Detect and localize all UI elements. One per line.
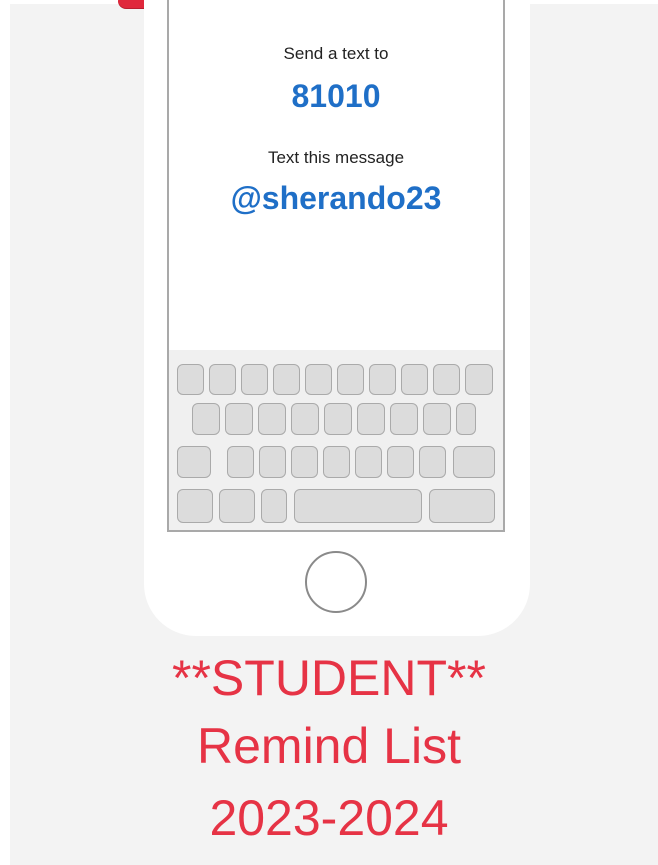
keyboard-key: [177, 489, 213, 523]
send-label: Send a text to: [283, 44, 389, 63]
keyboard-key: [291, 446, 318, 478]
keyboard-key: [273, 364, 300, 395]
keyboard-key: [401, 364, 428, 395]
keyboard-key: [453, 446, 495, 478]
keyboard-key: [219, 489, 255, 523]
class-code: @sherando23: [230, 180, 442, 216]
keyboard-key: [456, 403, 476, 435]
keyboard-key: [465, 364, 493, 395]
keyboard-key: [177, 364, 204, 395]
keyboard-key: [337, 364, 364, 395]
keyboard-key: [433, 364, 460, 395]
caption-remind-list: Remind List: [197, 718, 461, 774]
keyboard-key: [259, 446, 286, 478]
keyboard-key: [192, 403, 220, 435]
keyboard-key: [355, 446, 382, 478]
keyboard-key: [225, 403, 253, 435]
caption-school-year: 2023-2024: [209, 790, 449, 846]
keyboard-key: [324, 403, 352, 435]
keyboard: [169, 350, 503, 530]
keyboard-key: [227, 446, 254, 478]
message-label: Text this message: [267, 148, 405, 167]
keyboard-key: [177, 446, 211, 478]
phone-illustration: Send a text to 81010 Text this message @…: [144, 0, 530, 636]
keyboard-key: [429, 489, 495, 523]
keyboard-key: [369, 364, 396, 395]
phone-screen: Send a text to 81010 Text this message @…: [167, 0, 505, 532]
keyboard-key: [390, 403, 418, 435]
keyboard-key: [419, 446, 446, 478]
keyboard-key: [423, 403, 451, 435]
keyboard-key: [209, 364, 236, 395]
keyboard-key: [357, 403, 385, 435]
keyboard-key: [291, 403, 319, 435]
keyboard-key: [305, 364, 332, 395]
home-button-icon: [305, 551, 367, 613]
keyboard-key: [323, 446, 350, 478]
keyboard-key: [241, 364, 268, 395]
keyboard-key: [387, 446, 414, 478]
text-number: 81010: [291, 78, 381, 114]
keyboard-key: [258, 403, 286, 435]
keyboard-key: [294, 489, 422, 523]
keyboard-key: [261, 489, 287, 523]
caption-student: **STUDENT**: [172, 650, 486, 706]
